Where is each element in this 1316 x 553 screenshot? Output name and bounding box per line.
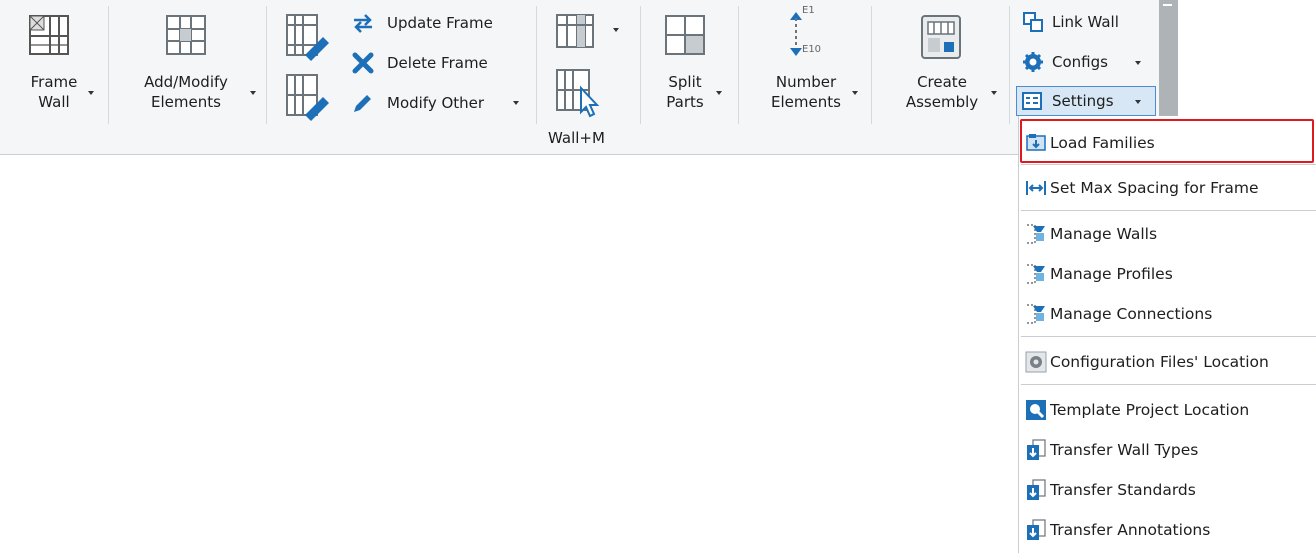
ribbon-separator — [640, 6, 641, 124]
link-wall-icon — [1023, 12, 1043, 32]
configs-label: Configs — [1052, 53, 1108, 71]
settings-button[interactable]: Settings — [1016, 86, 1156, 116]
ribbon-scroll-strip[interactable] — [1159, 0, 1178, 120]
link-wall-label: Link Wall — [1052, 13, 1119, 31]
split-parts-label-2: Parts — [666, 93, 704, 111]
delete-x-icon — [352, 52, 374, 74]
wall-panel-dropdown-icon[interactable] — [613, 28, 619, 32]
frame-wall-icon — [29, 15, 69, 55]
menu-item-label: Manage Connections — [1050, 305, 1213, 323]
menu-item-label: Manage Profiles — [1050, 265, 1173, 283]
menu-item-configuration-files-location[interactable]: Configuration Files' Location — [1019, 344, 1316, 380]
number-elements-dropdown-icon[interactable] — [852, 91, 858, 95]
create-assembly-icon — [921, 15, 961, 59]
create-assembly-dropdown-icon[interactable] — [991, 91, 997, 95]
ribbon-separator — [266, 6, 267, 124]
frame-wall-label-2: Wall — [38, 93, 70, 111]
manage-icon — [1027, 264, 1045, 284]
modify-other-dropdown-icon[interactable] — [513, 101, 519, 105]
configs-dropdown-icon[interactable] — [1135, 61, 1141, 65]
add-modify-label-1: Add/Modify — [144, 73, 228, 91]
menu-item-label: Transfer Wall Types — [1050, 441, 1199, 459]
menu-item-transfer-wall-types[interactable]: Transfer Wall Types — [1019, 432, 1316, 468]
ribbon-separator — [871, 6, 872, 124]
create-assembly-label-2: Assembly — [905, 93, 979, 111]
menu-item-label: Transfer Annotations — [1050, 521, 1211, 539]
menu-separator — [1021, 164, 1316, 165]
gear-icon — [1023, 52, 1043, 72]
number-elements-label-2: Elements — [771, 93, 841, 111]
settings-icon — [1022, 92, 1042, 110]
menu-item-manage-connections[interactable]: Manage Connections — [1019, 296, 1316, 332]
manage-icon — [1027, 304, 1045, 324]
manage-icon — [1027, 224, 1045, 244]
transfer-icon — [1027, 519, 1046, 540]
split-parts-dropdown-icon[interactable] — [716, 91, 722, 95]
delete-frame-label: Delete Frame — [387, 54, 488, 72]
add-modify-dropdown-icon[interactable] — [250, 91, 256, 95]
ribbon-separator — [536, 6, 537, 124]
add-modify-label-2: Elements — [151, 93, 221, 111]
split-parts-icon — [665, 15, 705, 55]
menu-item-label: Set Max Spacing for Frame — [1050, 179, 1259, 197]
menu-separator — [1021, 336, 1316, 337]
panel-title: Wall+M — [548, 129, 605, 147]
spacing-arrows-icon — [1026, 181, 1046, 195]
transfer-icon — [1027, 439, 1046, 460]
menu-item-transfer-annotations[interactable]: Transfer Annotations — [1019, 512, 1316, 548]
ribbon-separator — [738, 6, 739, 124]
menu-item-transfer-standards[interactable]: Transfer Standards — [1019, 472, 1316, 508]
number-elements-label-1: Number — [775, 73, 837, 91]
ribbon-toolbar: Frame Wall Add/Modify Elements Update Fr… — [0, 0, 1178, 155]
settings-label: Settings — [1052, 92, 1114, 110]
menu-item-manage-walls[interactable]: Manage Walls — [1019, 216, 1316, 252]
pencil-icon — [354, 95, 371, 112]
load-families-highlight — [1020, 119, 1314, 163]
update-arrows-icon — [354, 14, 372, 33]
menu-item-label: Manage Walls — [1050, 225, 1158, 243]
number-icon-top-label: E1 — [802, 5, 815, 16]
ribbon-separator — [108, 6, 109, 124]
menu-item-label: Configuration Files' Location — [1050, 353, 1269, 371]
settings-dropdown-icon[interactable] — [1135, 100, 1141, 104]
menu-separator — [1021, 384, 1316, 385]
menu-item-set-max-spacing[interactable]: Set Max Spacing for Frame — [1019, 170, 1316, 206]
config-gear-icon — [1025, 351, 1047, 373]
menu-item-manage-profiles[interactable]: Manage Profiles — [1019, 256, 1316, 292]
update-frame-label: Update Frame — [387, 14, 493, 32]
split-parts-label-1: Split — [668, 73, 702, 91]
template-search-icon — [1026, 400, 1046, 420]
modify-other-label: Modify Other — [387, 94, 485, 112]
frame-wall-label-1: Frame — [30, 73, 78, 91]
transfer-icon — [1027, 479, 1046, 500]
wall-select-icon[interactable] — [553, 66, 603, 118]
frame-modify-icon[interactable] — [283, 11, 333, 61]
menu-item-template-project-location[interactable]: Template Project Location — [1019, 392, 1316, 428]
wall-panel-icon[interactable] — [553, 11, 603, 51]
ribbon-separator — [1009, 6, 1010, 124]
menu-item-label: Transfer Standards — [1050, 481, 1196, 499]
menu-separator — [1021, 210, 1316, 211]
number-icon-bottom-label: E10 — [802, 44, 822, 55]
settings-dropdown-menu: Load Families Set Max Spacing for Frame … — [1018, 116, 1316, 553]
frame-wall-dropdown-icon[interactable] — [88, 91, 94, 95]
add-modify-elements-icon — [166, 15, 206, 55]
create-assembly-label-1: Create — [917, 73, 967, 91]
menu-item-label: Template Project Location — [1050, 401, 1250, 419]
frame-edit-icon[interactable] — [283, 71, 333, 121]
